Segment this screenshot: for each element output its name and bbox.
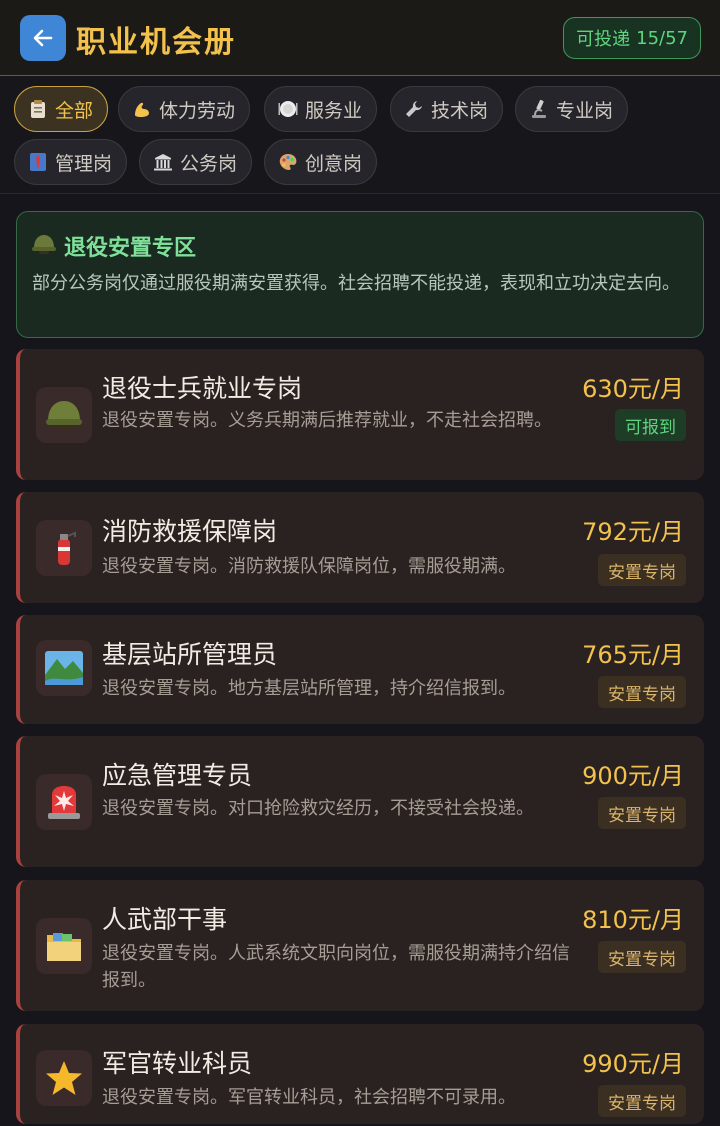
job-description: 退役安置专岗。对口抢险救灾经历，不接受社会投递。 [102,798,534,819]
military-helmet-icon [36,387,92,443]
filter-chip-service[interactable]: 服务业 [264,86,378,132]
quota-label: 可投递 [576,29,631,50]
job-description: 退役安置专岗。地方基层站所管理，持介绍信报到。 [102,678,516,699]
status-badge: 安置专岗 [598,554,686,586]
plate-icon [277,98,299,120]
job-card[interactable]: 基层站所管理员 退役安置专岗。地方基层站所管理，持介绍信报到。 765元/月 安… [16,615,704,724]
job-title: 退役士兵就业专岗 [102,374,303,403]
job-description: 退役安置专岗。消防救援队保障岗位，需服役期满。 [102,556,516,577]
filter-chip-professional[interactable]: 专业岗 [515,86,629,132]
quota-value: 15/57 [636,27,688,49]
notice-body: 部分公务岗仅通过服役期满安置获得。社会招聘不能投递，表现和立功决定去向。 [32,273,680,294]
job-description: 退役安置专岗。人武系统文职向岗位，需服役期满持介绍信报到。 [102,943,570,991]
filter-chip-label: 创意岗 [305,152,363,175]
submission-quota-badge: 可投递 15/57 [563,17,701,59]
job-title: 应急管理专员 [102,761,253,790]
status-badge: 安置专岗 [598,797,686,829]
filter-chip-label: 专业岗 [556,99,614,122]
job-salary: 765元/月 [582,641,684,669]
filter-chip-creative[interactable]: 创意岗 [264,139,378,185]
file-folder-icon [36,918,92,974]
job-card[interactable]: 退役士兵就业专岗 退役安置专岗。义务兵期满后推荐就业，不走社会招聘。 630元/… [16,349,704,480]
job-title: 军官转业科员 [102,1049,253,1078]
filter-chip-civil[interactable]: 公务岗 [139,139,253,185]
arrow-left-icon [33,29,53,47]
filter-chip-label: 技术岗 [431,99,489,122]
filter-chip-technical[interactable]: 技术岗 [390,86,504,132]
filter-chip-management[interactable]: 管理岗 [14,139,128,185]
back-button[interactable] [20,15,66,61]
filter-chip-label: 管理岗 [55,152,113,175]
rotating-light-icon [36,774,92,830]
filter-chip-physical[interactable]: 体力劳动 [118,86,251,132]
fire-extinguisher-icon [36,520,92,576]
job-salary: 810元/月 [582,906,684,934]
job-salary: 630元/月 [582,375,684,403]
job-card[interactable]: 人武部干事 退役安置专岗。人武系统文职向岗位，需服役期满持介绍信报到。 810元… [16,880,704,1011]
job-description: 退役安置专岗。军官转业科员，社会招聘不可录用。 [102,1087,516,1108]
clipboard-icon [27,98,49,120]
filter-chip-label: 公务岗 [180,152,238,175]
filter-chip-label: 服务业 [305,99,363,122]
job-salary: 792元/月 [582,518,684,546]
filter-chip-label: 体力劳动 [159,99,236,122]
job-title: 人武部干事 [102,905,228,934]
job-description: 退役安置专岗。义务兵期满后推荐就业，不走社会招聘。 [102,410,552,431]
veteran-placement-notice: 退役安置专区 部分公务岗仅通过服役期满安置获得。社会招聘不能投递，表现和立功决定… [16,211,704,338]
filter-chip-label: 全部 [55,99,94,122]
job-title: 消防救援保障岗 [102,517,278,546]
status-badge: 安置专岗 [598,941,686,973]
military-helmet-icon [32,235,56,254]
palette-icon [277,151,299,173]
page-title: 职业机会册 [76,25,236,60]
wrench-icon [403,98,425,120]
notice-title: 退役安置专区 [64,236,197,261]
job-card[interactable]: 消防救援保障岗 退役安置专岗。消防救援队保障岗位，需服役期满。 792元/月 安… [16,492,704,603]
classical-building-icon [152,151,174,173]
filter-chip-all[interactable]: 全部 [14,86,109,132]
job-card[interactable]: 应急管理专员 退役安置专岗。对口抢险救灾经历，不接受社会投递。 900元/月 安… [16,736,704,867]
job-salary: 900元/月 [582,762,684,790]
national-park-icon [36,640,92,696]
flexed-bicep-icon [131,98,153,120]
job-title: 基层站所管理员 [102,640,278,669]
status-badge: 可报到 [615,409,686,441]
status-badge: 安置专岗 [598,676,686,708]
star-icon [36,1050,92,1106]
job-salary: 990元/月 [582,1050,684,1078]
status-badge: 安置专岗 [598,1085,686,1117]
necktie-icon [27,151,49,173]
job-card[interactable]: 军官转业科员 退役安置专岗。军官转业科员，社会招聘不可录用。 990元/月 安置… [16,1024,704,1124]
app-header: 职业机会册 可投递 15/57 [0,0,720,76]
microscope-icon [528,98,550,120]
category-filter-bar: 全部 体力劳动 服务业 技术岗 专业岗 管理岗 公务岗 创意岗 [0,76,720,194]
